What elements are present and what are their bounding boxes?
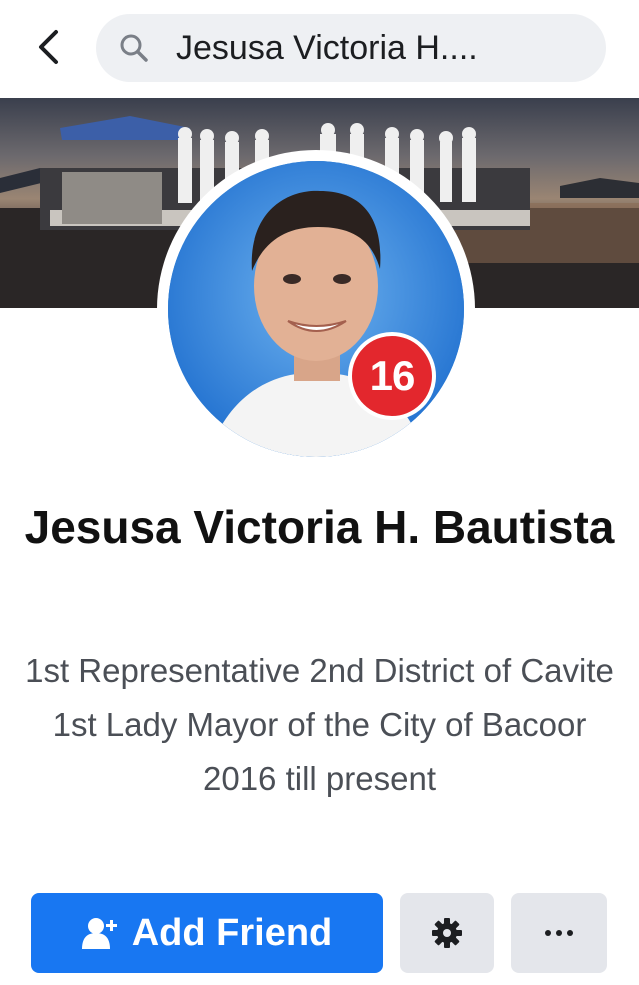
add-friend-button[interactable]: Add Friend xyxy=(31,893,383,973)
gear-icon xyxy=(432,918,462,948)
more-options-button[interactable] xyxy=(511,893,607,973)
settings-button[interactable] xyxy=(400,893,494,973)
more-dots-icon xyxy=(545,930,573,936)
add-person-icon xyxy=(81,915,122,951)
profile-name: Jesusa Victoria H. Bautista xyxy=(24,501,615,553)
chevron-left-icon xyxy=(39,30,58,64)
profile-bio: 1st Representative 2nd District of Cavit… xyxy=(20,644,619,806)
search-bar[interactable]: Jesusa Victoria H.... xyxy=(96,14,606,82)
campaign-number-badge: 16 xyxy=(348,332,436,420)
profile-picture[interactable] xyxy=(168,161,464,457)
search-icon xyxy=(118,32,150,64)
bio-line: 1st Lady Mayor of the City of Bacoor 201… xyxy=(52,706,587,797)
add-friend-label: Add Friend xyxy=(131,911,333,954)
back-button[interactable] xyxy=(28,22,68,72)
bio-line: 1st Representative 2nd District of Cavit… xyxy=(25,652,614,689)
top-bar: Jesusa Victoria H.... xyxy=(0,0,639,98)
search-query[interactable]: Jesusa Victoria H.... xyxy=(176,29,478,68)
